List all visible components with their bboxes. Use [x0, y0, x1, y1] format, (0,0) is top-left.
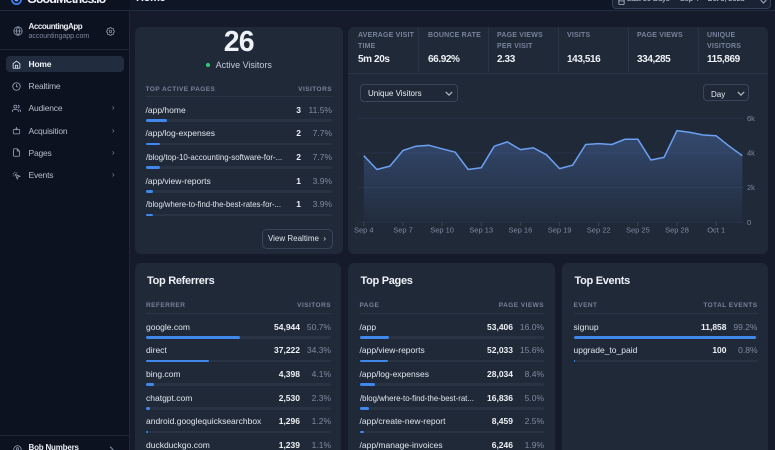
svg-text:Oct 1: Oct 1 — [707, 226, 725, 235]
svg-text:Sep 10: Sep 10 — [430, 226, 454, 235]
svg-text:Sep 13: Sep 13 — [469, 226, 493, 235]
svg-text:Sep 22: Sep 22 — [587, 226, 611, 235]
svg-text:Sep 4: Sep 4 — [354, 226, 374, 235]
svg-text:6k: 6k — [747, 114, 755, 123]
svg-text:Sep 25: Sep 25 — [626, 226, 650, 235]
svg-text:2k: 2k — [747, 183, 755, 192]
svg-text:Sep 28: Sep 28 — [665, 226, 689, 235]
svg-text:4k: 4k — [747, 149, 755, 158]
svg-text:Sep 19: Sep 19 — [548, 226, 572, 235]
svg-text:0: 0 — [747, 218, 751, 227]
svg-text:Sep 7: Sep 7 — [393, 226, 413, 235]
svg-text:Sep 16: Sep 16 — [509, 226, 533, 235]
